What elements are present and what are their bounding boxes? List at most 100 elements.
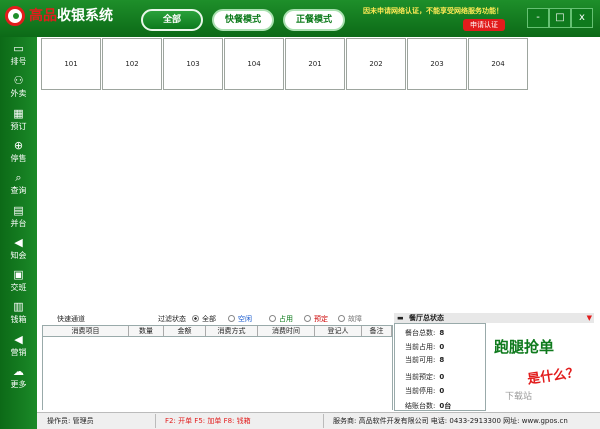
column-header[interactable]: 金额 — [164, 326, 206, 336]
sidebar-item-label: 更多 — [10, 380, 27, 389]
logo-icon — [5, 6, 25, 26]
status-label: 餐台总数: — [405, 329, 436, 337]
filter-radio-label: 故障 — [348, 315, 362, 323]
column-header[interactable]: 消费方式 — [206, 326, 258, 336]
search-icon: ⌕ — [15, 171, 22, 185]
status-value: 8 — [439, 356, 445, 364]
filter-radio[interactable]: 空闲 — [228, 314, 252, 324]
collapse-icon[interactable]: ▬ — [397, 313, 404, 323]
status-label: 当前可用: — [405, 356, 436, 364]
filter-radio[interactable]: 故障 — [338, 314, 362, 324]
app-title: 高品收银系统 — [29, 7, 113, 25]
radio-icon — [228, 315, 235, 322]
sidebar-item-label: 钱箱 — [10, 315, 27, 325]
status-panel: 餐台总数: 8 当前占用: 0 当前可用: 8 当前预定: 0 当前停用: 0 结账台数: 0台 — [394, 323, 486, 411]
sidebar-item[interactable]: ◀ 知会 — [0, 235, 37, 267]
mode-fast-food-button[interactable]: 快餐模式 — [212, 9, 274, 31]
table-tile[interactable]: 101 — [41, 38, 101, 90]
mode-formal-dining-button[interactable]: 正餐模式 — [283, 9, 345, 31]
megaphone-icon: ◀ — [14, 332, 23, 346]
cloud-icon: ☁ — [13, 365, 24, 378]
promo-title: 跑腿抢单 — [494, 338, 555, 356]
app-title-brand: 高品 — [29, 8, 57, 24]
filter-radio-label: 占用 — [279, 315, 293, 323]
status-label: 当前占用: — [405, 343, 436, 351]
radio-icon — [338, 315, 345, 322]
column-header[interactable]: 数量 — [129, 326, 164, 336]
sidebar-item[interactable]: ⚇ 外卖 — [0, 73, 37, 105]
status-bar: 操作员: 管理员 F2: 开单 F5: 加单 F8: 钱箱 服务商: 高品软件开… — [37, 412, 600, 429]
operator-label: 操作员: 管理员 — [47, 417, 94, 425]
sidebar-item[interactable]: ▥ 钱箱 — [0, 299, 37, 331]
status-value: 0 — [439, 373, 445, 381]
sidebar-item[interactable]: ⌕ 查询 — [0, 170, 37, 202]
filter-radio-label: 空闲 — [238, 315, 252, 323]
filter-radio[interactable]: 预定 — [304, 314, 328, 324]
table-tile[interactable]: 104 — [224, 38, 284, 90]
sidebar-item-label: 预订 — [10, 121, 27, 131]
maximize-button[interactable]: □ — [549, 8, 571, 28]
sidebar-item[interactable]: ◀ 营销 — [0, 332, 37, 364]
column-header[interactable]: 消费项目 — [43, 326, 129, 336]
status-row: 当前预定: 0 — [405, 372, 444, 382]
sidebar-item-label: 排号 — [10, 57, 27, 66]
radio-icon — [304, 315, 311, 322]
records-body — [42, 337, 393, 410]
filter-radio[interactable]: 全部 — [192, 314, 216, 324]
filter-radio[interactable]: 占用 — [269, 314, 293, 324]
table-tile[interactable]: 204 — [468, 38, 528, 90]
sidebar-item-label: 查询 — [10, 186, 27, 196]
app-title-rest: 收银系统 — [57, 8, 113, 24]
sidebar-item[interactable]: ☁ 更多 — [0, 364, 37, 396]
radio-icon — [269, 315, 276, 322]
filter-status-label: 过滤状态 — [158, 315, 186, 323]
calendar-icon: ▦ — [13, 106, 24, 120]
column-header[interactable]: 消费时间 — [258, 326, 315, 336]
vendor-info: 服务商: 高品软件开发有限公司 电话: 0433-2913300 网址: www… — [333, 417, 568, 425]
sidebar-item-label: 外卖 — [10, 89, 27, 99]
close-button[interactable]: x — [571, 8, 593, 28]
status-value: 8 — [439, 329, 445, 337]
megaphone-icon: ◀ — [14, 235, 23, 249]
sidebar-item[interactable]: ▦ 预订 — [0, 106, 37, 138]
apply-certification-button[interactable]: 申请认证 — [463, 19, 505, 31]
status-label: 结账台数: — [405, 402, 436, 410]
sidebar-item-label: 知会 — [10, 250, 27, 260]
book-icon: ▤ — [13, 203, 24, 217]
status-row: 餐台总数: 8 — [405, 328, 444, 338]
sidebar-item-label: 交班 — [10, 283, 27, 293]
filter-bar: 快速通道 过滤状态 全部 空闲 占用 预定 故障 — [42, 313, 392, 325]
status-row: 当前可用: 8 — [405, 355, 444, 365]
table-tile[interactable]: 102 — [102, 38, 162, 90]
table-tile[interactable]: 201 — [285, 38, 345, 90]
mode-all-button[interactable]: 全部 — [141, 9, 203, 31]
status-row: 当前占用: 0 — [405, 342, 444, 352]
table-grid: 101 102 103 104 201 202 203 204 — [38, 37, 600, 313]
sidebar-item[interactable]: ⊕ 停售 — [0, 138, 37, 170]
separator — [323, 414, 324, 428]
table-tile[interactable]: 202 — [346, 38, 406, 90]
table-tile[interactable]: 203 — [407, 38, 467, 90]
column-header[interactable]: 登记人 — [315, 326, 362, 336]
quick-channel-label: 快速通道 — [57, 315, 85, 323]
status-row: 当前停用: 0 — [405, 386, 444, 396]
status-panel-header: ▬ 餐厅总状态 ▼ — [394, 313, 594, 323]
sidebar-item-label: 停售 — [10, 153, 27, 163]
status-label: 当前预定: — [405, 373, 436, 381]
sidebar-item[interactable]: ▣ 交班 — [0, 267, 37, 299]
column-header[interactable]: 备注 — [362, 326, 392, 336]
status-value: 0 — [439, 387, 445, 395]
sidebar-item[interactable]: ▭ 排号 — [0, 41, 37, 73]
promo-banner[interactable]: 跑腿抢单 是什么？ 下载站 — [487, 323, 595, 413]
status-value: 0 — [439, 343, 445, 351]
table-tile[interactable]: 103 — [163, 38, 223, 90]
dropdown-arrow-icon[interactable]: ▼ — [587, 313, 592, 323]
radio-icon — [192, 315, 199, 322]
sidebar-item[interactable]: ▤ 并台 — [0, 203, 37, 235]
status-row: 结账台数: 0台 — [405, 401, 451, 411]
filter-radio-label: 预定 — [314, 315, 328, 323]
filter-radio-label: 全部 — [202, 315, 216, 323]
target-icon: ⊕ — [13, 138, 24, 152]
minimize-button[interactable]: - — [527, 8, 549, 28]
watermark: 下载站 — [505, 392, 533, 402]
